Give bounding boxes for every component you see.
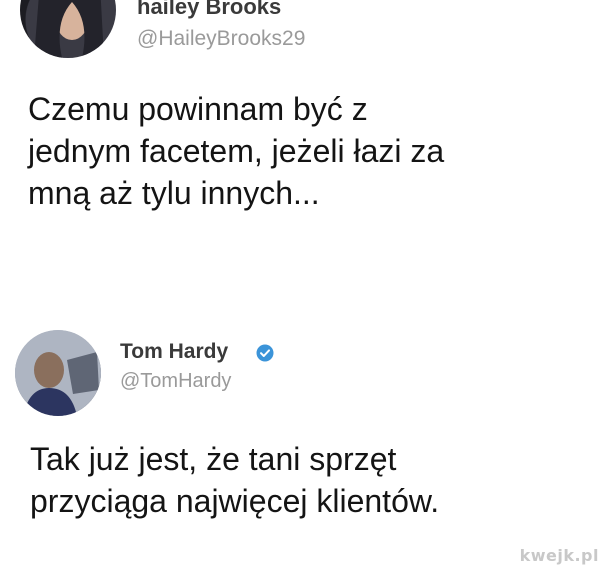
tweet-text-line: przyciąga najwięcej klientów. [30, 483, 440, 519]
avatar[interactable] [15, 330, 101, 416]
avatar[interactable] [20, 0, 116, 58]
tweet-text: Tak już jest, że tani sprzęt przyciąga n… [30, 438, 590, 522]
tweet-text-line: Czemu powinnam być z [28, 91, 368, 127]
tweet-hailey-brooks: hailey Brooks @HaileyBrooks29 Czemu powi… [0, 0, 609, 300]
tweet-tom-hardy: Tom Hardy @TomHardy Tak już jest, że tan… [0, 300, 609, 573]
watermark: kwejk.pl [519, 546, 599, 565]
tweet-text-line: Tak już jest, że tani sprzęt [30, 441, 397, 477]
tweet-text-line: mną aż tylu innych... [28, 175, 320, 211]
author-handle[interactable]: @TomHardy [120, 370, 231, 393]
tweet-text: Czemu powinnam być z jednym facetem, jeż… [28, 88, 588, 214]
author-name[interactable]: hailey Brooks [137, 0, 281, 20]
author-name[interactable]: Tom Hardy [120, 340, 228, 364]
tweet-text-line: jednym facetem, jeżeli łazi za [28, 133, 445, 169]
verified-badge-icon [256, 344, 274, 362]
author-handle[interactable]: @HaileyBrooks29 [137, 27, 305, 51]
